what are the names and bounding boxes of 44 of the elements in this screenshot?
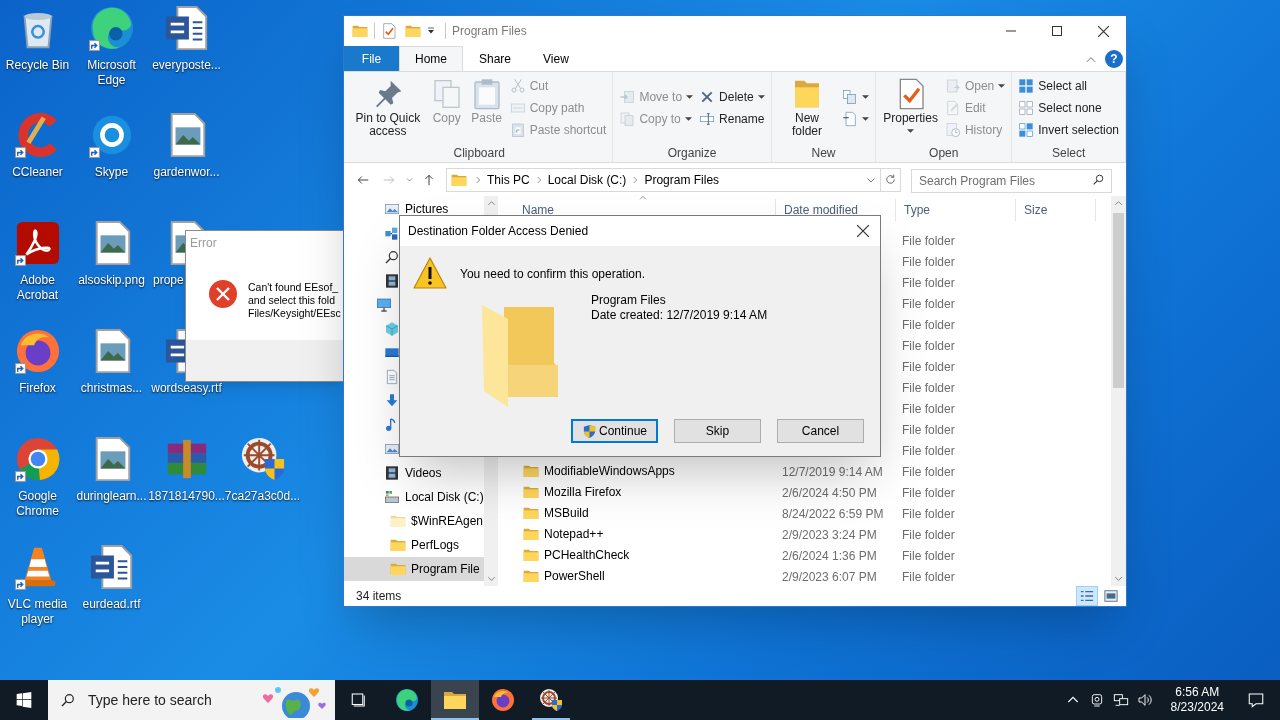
- time-text: 6:56 AM: [1175, 685, 1220, 700]
- date-cell: 2/6/2024 4:50 PM: [782, 485, 877, 500]
- type-cell: File folder: [902, 401, 955, 416]
- type-cell: File folder: [902, 296, 955, 311]
- type-cell: File folder: [902, 233, 955, 248]
- file-name: MSBuild: [544, 504, 589, 522]
- date-cell: 2/9/2023 6:07 PM: [782, 569, 877, 584]
- date-cell: 8/24/2022 6:59 PM: [782, 506, 884, 521]
- file-name: PowerShell: [544, 567, 605, 585]
- dialog-message: You need to confirm this operation.: [460, 266, 646, 283]
- type-cell: File folder: [902, 443, 955, 458]
- type-cell: File folder: [902, 569, 955, 584]
- date-cell: 2/6/2024 1:36 PM: [782, 548, 877, 563]
- file-name: PCHealthCheck: [544, 546, 630, 564]
- item-name: Program Files: [591, 293, 667, 308]
- dialog-title: Destination Folder Access Denied: [408, 223, 589, 240]
- file-name: ModifiableWindowsApps: [544, 462, 675, 480]
- type-cell: File folder: [902, 275, 955, 290]
- date-text: 8/23/2024: [1170, 700, 1224, 715]
- window-title: Program Files: [452, 23, 527, 40]
- ribbon-group-label: Open: [929, 145, 959, 162]
- type-cell: File folder: [902, 548, 955, 563]
- date-cell: 2/9/2023 3:24 PM: [782, 527, 877, 542]
- ribbon-group-label: New: [811, 145, 836, 162]
- date-cell: 12/7/2019 9:14 AM: [782, 464, 883, 479]
- window-title: Error: [190, 235, 217, 252]
- file-name: Notepad++: [544, 525, 604, 543]
- type-cell: File folder: [902, 527, 955, 542]
- type-cell: File folder: [902, 317, 955, 332]
- ribbon-group-label: Clipboard: [453, 145, 505, 162]
- item-detail: Date created: 12/7/2019 9:14 AM: [591, 308, 768, 323]
- type-cell: File folder: [902, 359, 955, 374]
- ribbon-group-label: Select: [1051, 145, 1086, 162]
- type-cell: File folder: [902, 506, 955, 521]
- type-cell: File folder: [902, 380, 955, 395]
- type-cell: File folder: [902, 338, 955, 353]
- type-cell: File folder: [902, 464, 955, 479]
- status-text: 34 items: [356, 588, 402, 605]
- type-cell: File folder: [902, 485, 955, 500]
- type-cell: File folder: [902, 254, 955, 269]
- file-name: Mozilla Firefox: [544, 483, 622, 501]
- type-cell: File folder: [902, 422, 955, 437]
- ribbon-group-label: Organize: [667, 145, 717, 162]
- error-message: Can't found EEsof_ and select this fold Files/Keysight/EEsc: [248, 281, 341, 321]
